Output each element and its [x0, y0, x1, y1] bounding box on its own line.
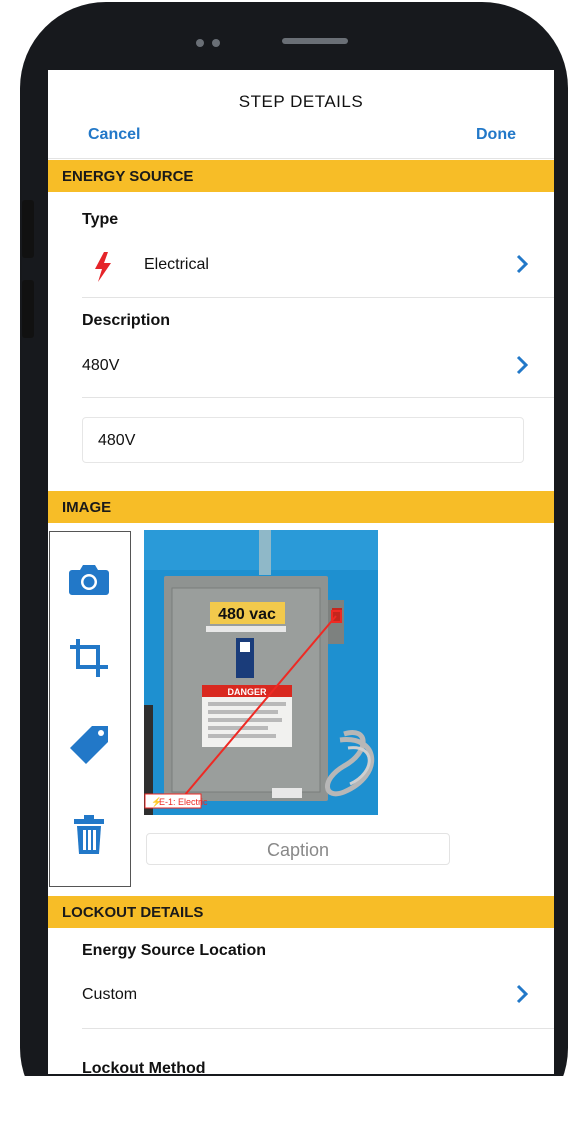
section-title: LOCKOUT DETAILS: [62, 904, 204, 921]
lockout-method-label: Lockout Method: [82, 1060, 206, 1074]
type-label: Type: [82, 211, 119, 228]
description-row[interactable]: 480V: [48, 339, 554, 397]
photo-sign-label: 480 vac: [218, 606, 276, 623]
energy-source-location-row[interactable]: Custom: [48, 968, 554, 1026]
section-title: ENERGY SOURCE: [62, 168, 194, 185]
energy-source-location-value: Custom: [82, 986, 138, 1003]
description-input-value: 480V: [98, 432, 136, 449]
front-camera: [196, 34, 236, 47]
energy-source-photo[interactable]: 480 vac DANGER ⚡ E-1: Electric: [144, 530, 378, 815]
section-title: IMAGE: [62, 499, 112, 516]
speaker-grill: [282, 38, 348, 44]
navigation-bar: STEP DETAILS Cancel Done: [48, 70, 554, 159]
chevron-right-icon: [516, 984, 529, 1007]
section-header-lockout-details: LOCKOUT DETAILS: [48, 896, 554, 928]
divider: [82, 1028, 554, 1029]
page-title: STEP DETAILS: [238, 92, 364, 111]
chevron-right-icon: [516, 254, 529, 277]
volume-down-button: [22, 280, 34, 338]
photo-warning-label: DANGER: [227, 687, 267, 697]
done-button[interactable]: Done: [476, 126, 516, 144]
trash-icon[interactable]: [66, 812, 112, 858]
description-value: 480V: [82, 357, 120, 374]
chevron-right-icon: [516, 355, 529, 378]
bottom-bar: [0, 1076, 570, 1137]
image-toolbar: [49, 531, 131, 887]
type-row[interactable]: Electrical: [48, 238, 554, 296]
app-screen: STEP DETAILS Cancel Done ENERGY SOURCE T…: [48, 70, 554, 1074]
type-value: Electrical: [144, 256, 209, 273]
lightning-bolt-icon: [92, 252, 114, 282]
description-input[interactable]: 480V: [82, 417, 524, 463]
divider: [82, 397, 554, 398]
crop-icon[interactable]: [66, 635, 112, 681]
caption-input[interactable]: Caption: [146, 833, 450, 865]
caption-placeholder: Caption: [266, 840, 330, 860]
section-header-image: IMAGE: [48, 491, 554, 523]
camera-icon[interactable]: [66, 556, 112, 602]
section-header-energy-source: ENERGY SOURCE: [48, 160, 554, 192]
volume-up-button: [22, 200, 34, 258]
tag-icon[interactable]: [66, 722, 112, 768]
divider: [82, 297, 554, 298]
cancel-button[interactable]: Cancel: [88, 126, 140, 144]
energy-source-location-label: Energy Source Location: [82, 942, 267, 959]
description-label: Description: [82, 312, 171, 329]
photo-tag-label: E-1: Electric: [159, 797, 208, 807]
